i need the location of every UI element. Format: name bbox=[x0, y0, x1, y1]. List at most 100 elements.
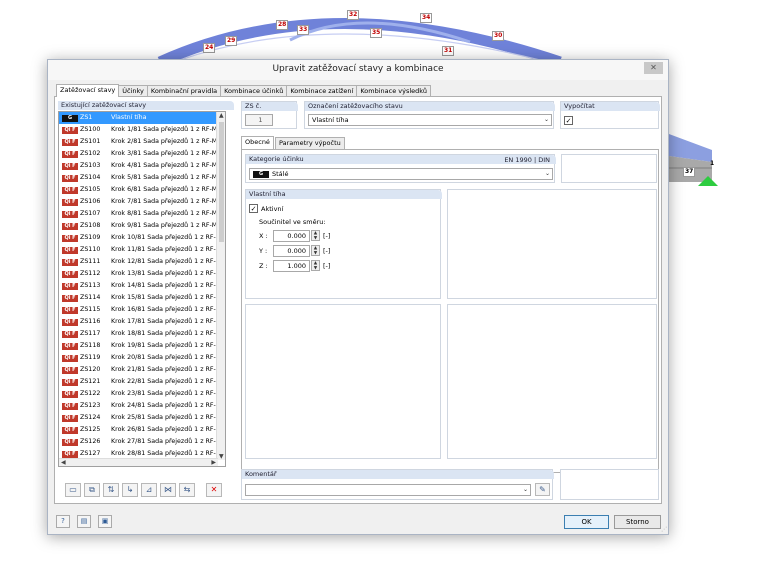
calculate-checkbox[interactable]: ✓ bbox=[564, 116, 573, 125]
list-item[interactable]: Qi F ZS123 Krok 24/81 Sada přejezdů 1 z RF… bbox=[59, 400, 218, 412]
list-item[interactable]: Qi F ZS124 Krok 25/81 Sada přejezdů 1 z RF… bbox=[59, 412, 218, 424]
list-item[interactable]: Qi F ZS109 Krok 10/81 Sada přejezdů 1 z RF… bbox=[59, 232, 218, 244]
empty-panel-right-bottom bbox=[447, 304, 657, 459]
list-item[interactable]: Qi F ZS122 Krok 23/81 Sada přejezdů 1 z RF… bbox=[59, 388, 218, 400]
zs-number-panel: ZS č. 1 bbox=[241, 101, 298, 129]
import-button[interactable]: ↳ bbox=[122, 483, 138, 497]
window-title: Upravit zatěžovací stavy a kombinace bbox=[272, 64, 444, 74]
title-bar[interactable]: Upravit zatěžovací stavy a kombinace ✕ bbox=[48, 60, 668, 80]
load-case-list[interactable]: G ZS1 Vlastní tíha Qi F ZS100 Krok 1/81 Sada … bbox=[58, 111, 226, 467]
list-item[interactable]: Qi F ZS110 Krok 11/81 Sada přejezdů 1 z RF… bbox=[59, 244, 218, 256]
filter-button[interactable]: ⊿ bbox=[141, 483, 157, 497]
list-item[interactable]: Qi F ZS117 Krok 18/81 Sada přejezdů 1 z RF… bbox=[59, 328, 218, 340]
help-icon: ? bbox=[61, 517, 65, 525]
tab-load-cases[interactable]: Zatěžovací stavy bbox=[56, 84, 120, 97]
list-item[interactable]: Qi F ZS101 Krok 2/81 Sada přejezdů 1 z RF-… bbox=[59, 136, 218, 148]
list-item[interactable]: Qi F ZS120 Krok 21/81 Sada přejezdů 1 z RF… bbox=[59, 364, 218, 376]
load-case-description: Krok 4/81 Sada přejezdů 1 z RF-MC bbox=[111, 162, 218, 169]
help-button[interactable]: ? bbox=[56, 515, 70, 528]
y-factor-input[interactable]: 0.000 bbox=[273, 245, 310, 257]
save-button[interactable]: ▣ bbox=[98, 515, 112, 528]
new-load-case-button[interactable]: ▭ bbox=[65, 483, 81, 497]
x-spinner[interactable]: ▲ ▼ bbox=[311, 230, 320, 241]
zs-number-field[interactable]: 1 bbox=[245, 114, 273, 126]
load-case-badge: Qi F bbox=[62, 235, 78, 242]
list-item[interactable]: Qi F ZS119 Krok 20/81 Sada přejezdů 1 z RF… bbox=[59, 352, 218, 364]
list-item[interactable]: Qi F ZS114 Krok 15/81 Sada přejezdů 1 z RF… bbox=[59, 292, 218, 304]
list-item[interactable]: Qi F ZS102 Krok 3/81 Sada přejezdů 1 z RF-… bbox=[59, 148, 218, 160]
load-case-badge: Qi F bbox=[62, 163, 78, 170]
scroll-down-icon[interactable]: ▼ bbox=[219, 453, 224, 460]
load-case-code: ZS122 bbox=[80, 390, 101, 397]
vertical-scrollbar[interactable]: ▲ ▼ bbox=[216, 112, 225, 460]
list-item[interactable]: Qi F ZS103 Krok 4/81 Sada přejezdů 1 z RF-… bbox=[59, 160, 218, 172]
list-item[interactable]: Qi F ZS106 Krok 7/81 Sada přejezdů 1 z RF-… bbox=[59, 196, 218, 208]
list-item[interactable]: Qi F ZS112 Krok 13/81 Sada přejezdů 1 z RF… bbox=[59, 268, 218, 280]
scroll-left-icon[interactable]: ◀ bbox=[61, 459, 66, 466]
load-case-code: ZS125 bbox=[80, 426, 101, 433]
load-case-code: ZS105 bbox=[80, 186, 101, 193]
z-label: Z : bbox=[259, 262, 268, 270]
dialog-window: Upravit zatěžovací stavy a kombinace ✕ Z… bbox=[47, 59, 669, 535]
scroll-right-icon[interactable]: ▶ bbox=[211, 459, 216, 466]
list-item[interactable]: Qi F ZS121 Krok 22/81 Sada přejezdů 1 z RF… bbox=[59, 376, 218, 388]
list-item[interactable]: Qi F ZS125 Krok 26/81 Sada přejezdů 1 z RF… bbox=[59, 424, 218, 436]
load-case-code: ZS113 bbox=[80, 282, 101, 289]
load-case-badge: Qi F bbox=[62, 175, 78, 182]
load-case-name-label: Označení zatěžovacího stavu bbox=[305, 102, 555, 111]
subtab-general[interactable]: Obecné bbox=[241, 136, 274, 149]
list-item[interactable]: Qi F ZS111 Krok 12/81 Sada přejezdů 1 z RF… bbox=[59, 256, 218, 268]
chevron-down-icon[interactable]: ⌄ bbox=[523, 485, 528, 495]
list-item[interactable]: Qi F ZS105 Krok 6/81 Sada přejezdů 1 z RF-… bbox=[59, 184, 218, 196]
list-item[interactable]: Qi F ZS113 Krok 14/81 Sada přejezdů 1 z RF… bbox=[59, 280, 218, 292]
scroll-thumb[interactable] bbox=[219, 122, 224, 242]
load-case-name-field[interactable]: Vlastní tíha ⌄ bbox=[308, 114, 552, 126]
load-case-description: Krok 25/81 Sada přejezdů 1 z RF-M bbox=[111, 414, 218, 421]
x-factor-input[interactable]: 0.000 bbox=[273, 230, 310, 242]
list-item[interactable]: Qi F ZS100 Krok 1/81 Sada přejezdů 1 z RF-… bbox=[59, 124, 218, 136]
self-weight-label: Vlastní tíha bbox=[246, 190, 442, 199]
open-button[interactable]: ▤ bbox=[77, 515, 91, 528]
delete-button[interactable]: ✕ bbox=[206, 483, 222, 497]
list-item[interactable]: Qi F ZS104 Krok 5/81 Sada přejezdů 1 z RF-… bbox=[59, 172, 218, 184]
comment-input[interactable]: ⌄ bbox=[245, 484, 531, 496]
category-side-panel bbox=[561, 154, 657, 183]
scroll-up-icon[interactable]: ▲ bbox=[219, 112, 224, 119]
copy-load-case-button[interactable]: ⧉ bbox=[84, 483, 100, 497]
load-case-description: Krok 22/81 Sada přejezdů 1 z RF-M bbox=[111, 378, 218, 385]
load-case-badge: Qi F bbox=[62, 199, 78, 206]
list-item[interactable]: Qi F ZS118 Krok 19/81 Sada přejezdů 1 z RF… bbox=[59, 340, 218, 352]
close-button[interactable]: ✕ bbox=[644, 62, 663, 74]
load-case-description: Krok 21/81 Sada přejezdů 1 z RF-M bbox=[111, 366, 218, 373]
y-spinner[interactable]: ▲ ▼ bbox=[311, 245, 320, 256]
list-item[interactable]: Qi F ZS115 Krok 16/81 Sada přejezdů 1 z RF… bbox=[59, 304, 218, 316]
list-item[interactable]: Qi F ZS108 Krok 9/81 Sada přejezdů 1 z RF-… bbox=[59, 220, 218, 232]
subtab-calculation-parameters[interactable]: Parametry výpočtu bbox=[275, 137, 345, 149]
action-category-select[interactable]: G Stálé ⌄ bbox=[249, 168, 553, 180]
list-item[interactable]: Qi F ZS126 Krok 27/81 Sada přejezdů 1 z RF… bbox=[59, 436, 218, 448]
chevron-down-icon[interactable]: ⌄ bbox=[545, 169, 550, 179]
cancel-button[interactable]: Storno bbox=[614, 515, 661, 529]
ok-button[interactable]: OK bbox=[564, 515, 609, 529]
list-item[interactable]: Qi F ZS107 Krok 8/81 Sada přejezdů 1 z RF-… bbox=[59, 208, 218, 220]
sort-button[interactable]: ⇆ bbox=[179, 483, 195, 497]
load-case-code: ZS107 bbox=[80, 210, 101, 217]
load-case-code: ZS121 bbox=[80, 378, 101, 385]
load-case-description: Krok 8/81 Sada přejezdů 1 z RF-MC bbox=[111, 210, 218, 217]
horizontal-scrollbar[interactable]: ◀ ▶ bbox=[59, 458, 218, 466]
comment-edit-button[interactable]: ✎ bbox=[535, 483, 550, 496]
renumber-button[interactable]: ⇅ bbox=[103, 483, 119, 497]
merge-button[interactable]: ⋈ bbox=[160, 483, 176, 497]
z-spinner[interactable]: ▲ ▼ bbox=[311, 260, 320, 271]
active-checkbox[interactable]: ✓ bbox=[249, 204, 258, 213]
renumber-icon: ⇅ bbox=[107, 485, 115, 494]
load-case-code: ZS119 bbox=[80, 354, 101, 361]
load-case-code: ZS112 bbox=[80, 270, 101, 277]
list-item[interactable]: G ZS1 Vlastní tíha bbox=[59, 112, 218, 124]
chevron-down-icon[interactable]: ⌄ bbox=[544, 115, 549, 125]
load-case-description: Krok 2/81 Sada přejezdů 1 z RF-MC bbox=[111, 138, 218, 145]
z-factor-input[interactable]: 1.000 bbox=[273, 260, 310, 272]
resize-grip-icon[interactable]: ⋰ bbox=[661, 526, 667, 533]
list-item[interactable]: Qi F ZS116 Krok 17/81 Sada přejezdů 1 z RF… bbox=[59, 316, 218, 328]
close-icon: ✕ bbox=[650, 63, 657, 72]
